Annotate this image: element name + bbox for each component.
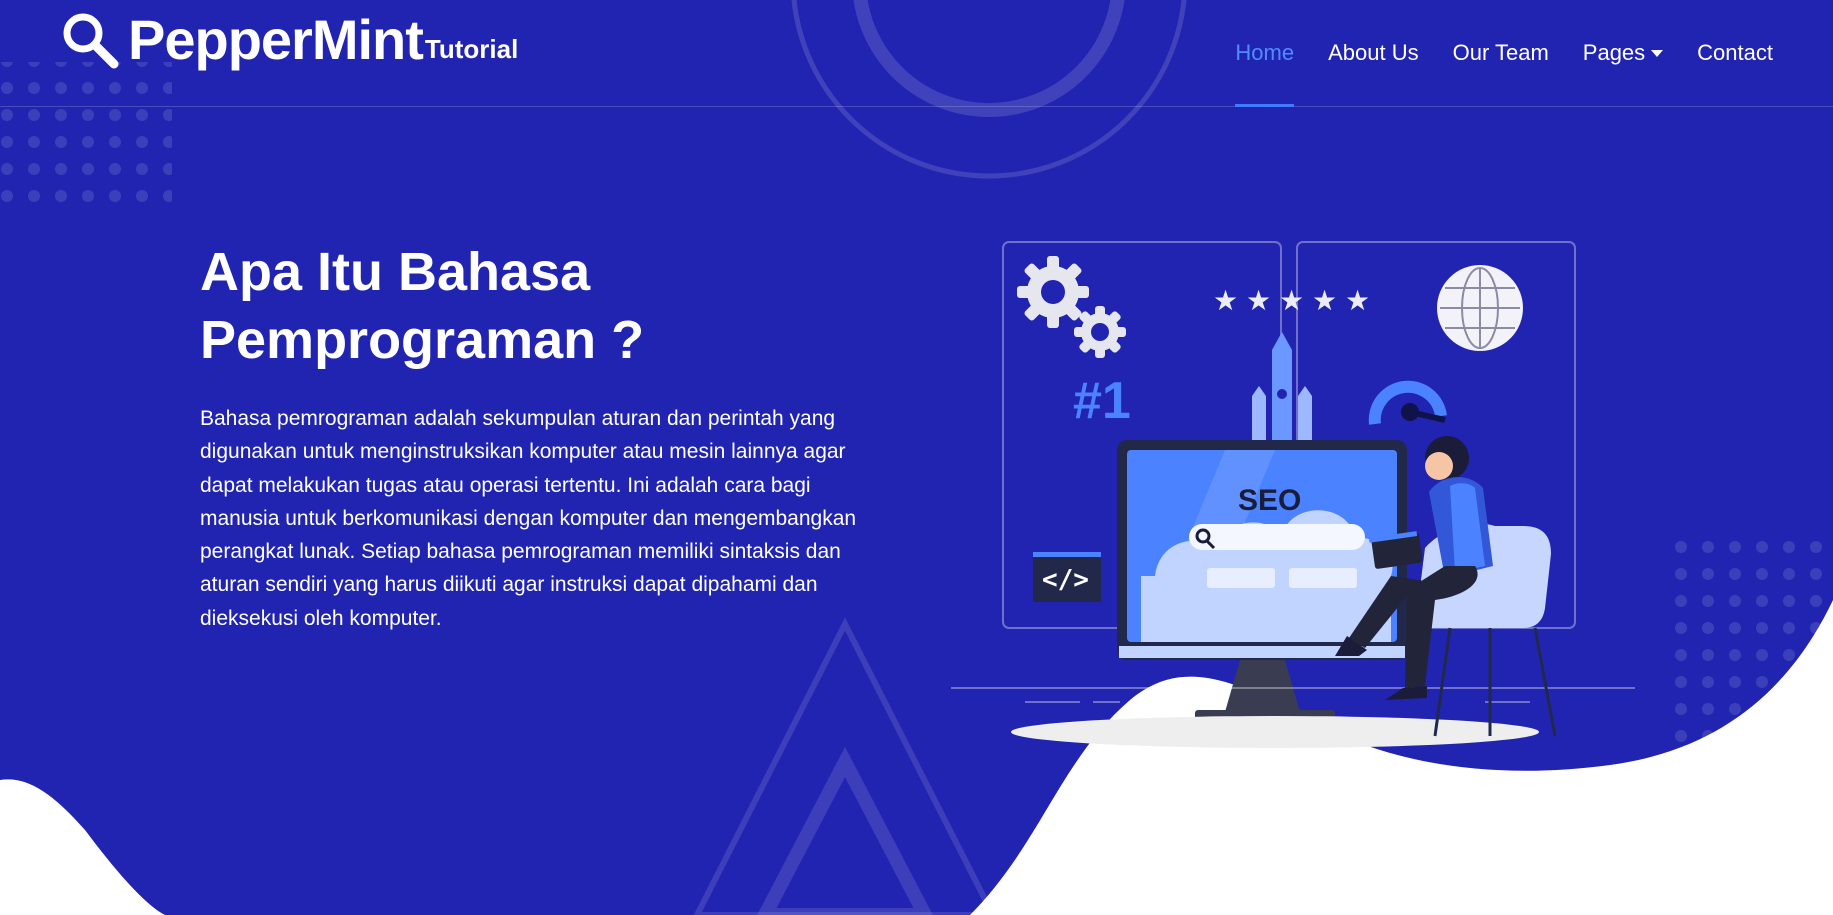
search-bar <box>1189 524 1365 550</box>
hero-description: Bahasa pemrograman adalah sekumpulan atu… <box>200 407 857 630</box>
globe-icon <box>1437 265 1523 351</box>
brand-logo[interactable]: PepperMint Tutorial <box>60 10 518 70</box>
screen-button-2 <box>1289 568 1357 588</box>
seo-illustration: #1 ★ ★ ★ ★ ★ SEO </> <box>951 241 1635 748</box>
hero-title: Apa Itu Bahasa Pemprograman ? <box>200 238 820 374</box>
brand-name: PepperMint <box>128 8 424 71</box>
nav-home-label: Home <box>1235 40 1295 65</box>
gear-icon <box>1017 256 1089 328</box>
nav-contact-label: Contact <box>1697 40 1773 65</box>
nav-our-team-label: Our Team <box>1452 40 1549 65</box>
wave-bottom-left <box>0 779 165 915</box>
rank-label: #1 <box>1073 372 1131 430</box>
triangle-inner <box>757 746 933 915</box>
nav-contact[interactable]: Contact <box>1697 0 1773 106</box>
nav-our-team[interactable]: Our Team <box>1453 0 1549 106</box>
monitor-stand <box>1225 660 1300 712</box>
nav-home[interactable]: Home <box>1235 0 1295 107</box>
star-icon: ★ <box>1312 284 1337 317</box>
search-icon <box>63 13 119 69</box>
navbar: PepperMint Tutorial Home About Us Our Te… <box>0 0 1833 107</box>
hero-title-line1: Apa Itu Bahasa <box>200 242 591 302</box>
code-icon: </> <box>1042 565 1089 595</box>
nav-about-us-label: About Us <box>1328 40 1419 65</box>
hero-title-line2: Pemprograman ? <box>200 310 645 370</box>
nav-pages-label: Pages <box>1582 40 1646 65</box>
main-nav: Home About Us Our Team Pages Contact <box>1201 0 1773 107</box>
gear-small-icon <box>1074 306 1126 358</box>
nav-about-us[interactable]: About Us <box>1328 0 1419 106</box>
gauge-icon <box>1368 380 1447 425</box>
seo-label: SEO <box>1238 484 1301 517</box>
nav-pages-dropdown[interactable]: Pages <box>1582 0 1664 106</box>
caret-down-icon <box>1651 49 1664 57</box>
rating-stars: ★ ★ ★ ★ ★ <box>1213 284 1370 317</box>
brand-suffix: Tutorial <box>424 34 519 64</box>
screen-button-1 <box>1207 568 1275 588</box>
star-icon: ★ <box>1246 284 1271 317</box>
star-icon: ★ <box>1345 284 1370 317</box>
star-icon: ★ <box>1213 284 1238 317</box>
star-icon: ★ <box>1279 284 1304 317</box>
floor-shadow <box>1011 716 1539 748</box>
dot-grid-right <box>1662 536 1833 751</box>
